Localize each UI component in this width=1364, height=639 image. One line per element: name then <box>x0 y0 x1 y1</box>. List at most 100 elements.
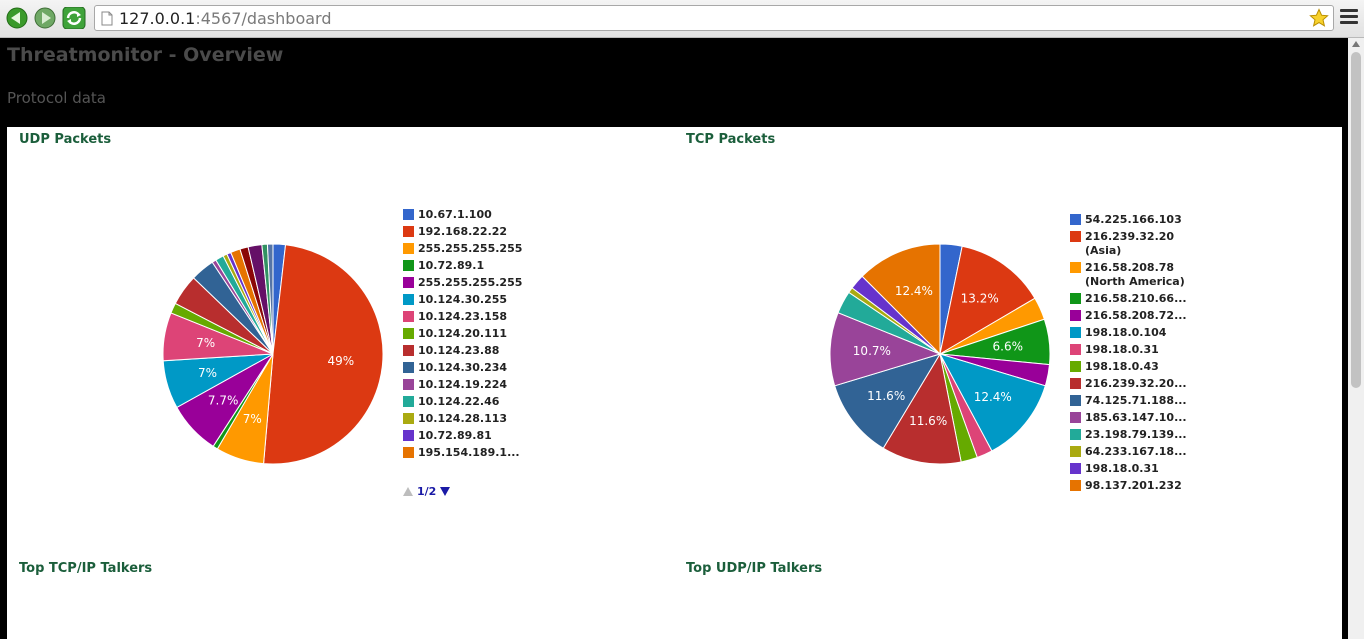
legend-label: 195.154.189.1... <box>418 446 520 459</box>
pie-slice[interactable] <box>263 244 384 465</box>
legend-entry[interactable]: 216.58.208.72... <box>1070 309 1187 323</box>
legend-label: 10.124.20.111 <box>418 327 508 340</box>
legend-label: 10.124.30.234 <box>418 361 508 374</box>
forward-button[interactable] <box>33 7 57 29</box>
legend-entry[interactable]: 10.124.23.158 <box>403 310 522 324</box>
legend-entry[interactable]: 255.255.255.255 <box>403 242 522 256</box>
pie-slice-label: 7% <box>196 336 215 350</box>
legend-label: 216.239.32.20 <box>1085 230 1175 243</box>
legend-entry[interactable]: 10.124.28.113 <box>403 412 522 426</box>
legend-swatch <box>1070 412 1081 423</box>
bookmark-star-icon[interactable] <box>1309 8 1329 28</box>
legend-entry[interactable]: 10.124.22.46 <box>403 395 522 409</box>
legend-entry[interactable]: 198.18.0.43 <box>1070 360 1187 374</box>
scrollbar-thumb[interactable] <box>1351 52 1361 388</box>
legend-label: 10.124.23.88 <box>418 344 500 357</box>
browser-toolbar: 127.0.0.1:4567/dashboard <box>0 0 1364 38</box>
legend-swatch <box>1070 214 1081 225</box>
url-host: 127.0.0.1 <box>119 9 196 28</box>
legend-entry[interactable]: 10.124.23.88 <box>403 344 522 358</box>
legend-entry[interactable]: 10.124.20.111 <box>403 327 522 341</box>
legend-swatch <box>403 328 414 339</box>
reload-button[interactable] <box>62 7 86 29</box>
pager-next-icon[interactable] <box>440 487 451 496</box>
pie-slice-label: 12.4% <box>974 390 1012 404</box>
pager-prev-icon[interactable] <box>403 487 413 496</box>
scroll-up-icon[interactable] <box>1352 41 1360 47</box>
pie-slice-label: 7.7% <box>208 394 239 408</box>
page-scrollbar[interactable] <box>1348 38 1364 639</box>
legend-swatch <box>403 413 414 424</box>
legend-swatch <box>403 362 414 373</box>
legend-sublabel: (Asia) <box>1085 244 1122 257</box>
browser-menu-button[interactable] <box>1340 9 1358 27</box>
legend-swatch <box>1070 463 1081 474</box>
legend-entry[interactable]: 74.125.71.188... <box>1070 394 1187 408</box>
pie-slice-label: 49% <box>328 354 355 368</box>
pie-slice-label: 12.4% <box>895 284 933 298</box>
legend-label: 10.67.1.100 <box>418 208 492 221</box>
legend-entry[interactable]: 198.18.0.104 <box>1070 326 1187 340</box>
udp-packets-pie-chart: 49% 7% 7.7% 7% 7% <box>162 243 384 465</box>
legend-swatch <box>403 226 414 237</box>
legend-entry[interactable]: 198.18.0.31 <box>1070 343 1187 357</box>
legend-entry[interactable]: 54.225.166.103 <box>1070 213 1187 227</box>
legend-entry[interactable]: 10.72.89.81 <box>403 429 522 443</box>
dashboard-panel: UDP Packets 49% 7% 7.7% 7% 7% 10.67.1.100 192… <box>7 127 1342 639</box>
legend-label: 10.72.89.1 <box>418 259 485 272</box>
legend-entry[interactable]: 198.18.0.31 <box>1070 462 1187 476</box>
legend-entry[interactable]: 255.255.255.255 <box>403 276 522 290</box>
legend-entry[interactable]: 195.154.189.1... <box>403 446 522 460</box>
legend-entry[interactable]: 216.239.32.20... <box>1070 377 1187 391</box>
legend-swatch <box>403 243 414 254</box>
page-subtitle: Protocol data <box>7 89 107 107</box>
tcp-packets-pie-chart: 13.2% 6.6% 12.4% 11.6% 11.6% 10.7% 12.4% <box>829 243 1051 465</box>
legend-entry[interactable]: 192.168.22.22 <box>403 225 522 239</box>
page-title: Threatmonitor - Overview <box>7 44 284 66</box>
menu-icon-bar <box>1340 21 1358 24</box>
page-icon <box>101 11 113 26</box>
legend-swatch <box>1070 344 1081 355</box>
back-button[interactable] <box>5 7 29 29</box>
legend-entry[interactable]: 216.58.208.78 (North America) <box>1070 261 1187 289</box>
pie-slice-label: 6.6% <box>993 339 1024 353</box>
legend-entry[interactable]: 10.67.1.100 <box>403 208 522 222</box>
legend-entry[interactable]: 10.124.30.234 <box>403 361 522 375</box>
legend-entry[interactable]: 98.137.201.232 <box>1070 479 1187 493</box>
legend-label: 10.124.30.255 <box>418 293 508 306</box>
url-text: 127.0.0.1:4567/dashboard <box>119 9 331 28</box>
legend-swatch <box>1070 231 1081 242</box>
menu-icon-bar <box>1340 9 1358 12</box>
address-bar[interactable]: 127.0.0.1:4567/dashboard <box>94 5 1334 31</box>
reload-icon <box>62 7 86 29</box>
pie-slice-label: 7% <box>243 412 262 426</box>
legend-label: 185.63.147.10... <box>1085 411 1187 424</box>
legend-swatch <box>1070 293 1081 304</box>
legend-swatch <box>403 379 414 390</box>
legend-swatch <box>1070 480 1081 491</box>
legend-label: 10.124.28.113 <box>418 412 508 425</box>
legend-label: 198.18.0.104 <box>1085 326 1167 339</box>
legend-label: 23.198.79.139... <box>1085 428 1187 441</box>
legend-label: 198.18.0.43 <box>1085 360 1159 373</box>
back-arrow-icon <box>6 7 28 29</box>
legend-swatch <box>403 260 414 271</box>
pie-slice-label: 13.2% <box>961 292 999 306</box>
legend-entry[interactable]: 23.198.79.139... <box>1070 428 1187 442</box>
legend-label: 216.239.32.20... <box>1085 377 1187 390</box>
legend-label: 10.124.23.158 <box>418 310 508 323</box>
legend-entry[interactable]: 216.239.32.20 (Asia) <box>1070 230 1187 258</box>
legend-entry[interactable]: 216.58.210.66... <box>1070 292 1187 306</box>
legend-entry[interactable]: 10.124.19.224 <box>403 378 522 392</box>
legend-swatch <box>403 396 414 407</box>
pie-slice-label: 11.6% <box>909 414 947 428</box>
pager-label: 1/2 <box>417 485 437 498</box>
legend-label: 192.168.22.22 <box>418 225 508 238</box>
legend-swatch <box>1070 310 1081 321</box>
tcp-packets-title: TCP Packets <box>686 132 776 147</box>
legend-entry[interactable]: 10.72.89.1 <box>403 259 522 273</box>
legend-entry[interactable]: 185.63.147.10... <box>1070 411 1187 425</box>
legend-entry[interactable]: 64.233.167.18... <box>1070 445 1187 459</box>
legend-swatch <box>1070 429 1081 440</box>
legend-entry[interactable]: 10.124.30.255 <box>403 293 522 307</box>
